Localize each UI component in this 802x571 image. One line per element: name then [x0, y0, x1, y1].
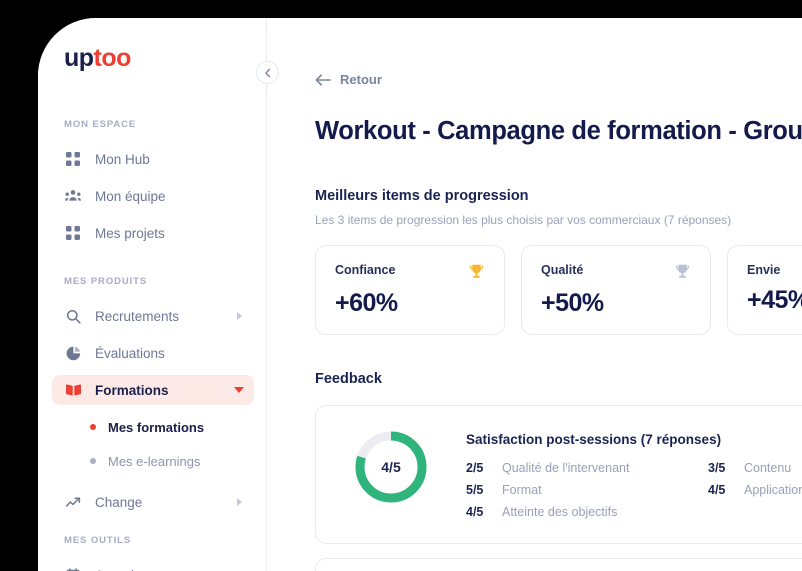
- sidebar-item-mon-hub[interactable]: Mon Hub: [52, 144, 254, 174]
- score-item: 4/5 Application pro.: [708, 483, 802, 497]
- search-icon: [64, 309, 82, 324]
- satisfaction-donut-chart: 4/5: [352, 428, 430, 506]
- score-item: 5/5 Format: [466, 483, 676, 497]
- progression-card-list: Confiance +60% Qualité +50% Envie +45: [315, 245, 802, 335]
- score-label: Atteinte des objectifs: [502, 505, 618, 519]
- progression-card-value: +60%: [335, 289, 398, 317]
- progression-card[interactable]: Envie +45%: [727, 245, 802, 335]
- sidebar-item-label: Mes projets: [95, 225, 165, 241]
- app-shell: uptoo MON ESPACE Mon Hub Mon équipe Mes …: [38, 18, 802, 571]
- trophy-gold-icon: [470, 264, 483, 278]
- people-icon: [64, 189, 82, 203]
- sidebar-item-recrutements[interactable]: Recrutements: [52, 301, 254, 331]
- logo-text-too: too: [93, 44, 132, 72]
- back-link-label: Retour: [340, 72, 382, 87]
- sidebar-section-mes-outils: MES OUTILS Agenda: [38, 535, 266, 571]
- sidebar-item-evaluations[interactable]: Évaluations: [52, 338, 254, 368]
- trending-up-icon: [64, 496, 82, 509]
- score-item: 4/5 Atteinte des objectifs: [466, 505, 676, 519]
- trophy-silver-icon: [676, 264, 689, 278]
- progression-card-header: Qualité: [541, 263, 691, 280]
- sidebar: uptoo MON ESPACE Mon Hub Mon équipe Mes …: [38, 18, 267, 571]
- progression-card-value: +45%: [747, 286, 802, 314]
- progression-section-subtitle: Les 3 items de progression les plus choi…: [315, 213, 732, 227]
- chevron-right-icon[interactable]: [237, 498, 242, 506]
- sidebar-item-mes-projets[interactable]: Mes projets: [52, 218, 254, 248]
- progression-card-header: Confiance: [335, 263, 485, 280]
- progression-card[interactable]: Qualité +50%: [521, 245, 711, 335]
- score-value: 2/5: [466, 461, 484, 475]
- progression-card-label: Qualité: [541, 263, 584, 277]
- chevron-left-icon: [264, 68, 270, 77]
- chevron-right-icon[interactable]: [237, 312, 242, 320]
- chevron-down-icon[interactable]: [234, 387, 244, 393]
- logo-text-up: up: [64, 44, 94, 72]
- pie-chart-icon: [64, 346, 82, 361]
- sidebar-item-label: Agenda: [95, 568, 142, 571]
- grid-icon: [64, 152, 82, 166]
- feedback-card: 4/5 Satisfaction post-sessions (7 répons…: [315, 405, 802, 544]
- score-grid-spacer: [708, 505, 802, 519]
- score-item: 2/5 Qualité de l'intervenant: [466, 461, 676, 475]
- sidebar-section-mes-produits: MES PRODUITS Recrutements Évaluations Fo…: [38, 276, 266, 517]
- sidebar-item-change[interactable]: Change: [52, 487, 254, 517]
- bullet-icon: [90, 424, 96, 430]
- sidebar-subitem-mes-formations[interactable]: Mes formations: [38, 414, 266, 440]
- sidebar-subitem-mes-e-learnings[interactable]: Mes e-learnings: [38, 448, 266, 474]
- main-content: Retour Workout - Campagne de formation -…: [267, 18, 802, 571]
- section-label-mes-outils: MES OUTILS: [64, 535, 132, 546]
- sidebar-item-mon-equipe[interactable]: Mon équipe: [52, 181, 254, 211]
- sidebar-item-label: Change: [95, 494, 143, 510]
- sidebar-item-label: Formations: [95, 382, 169, 398]
- bullet-icon: [90, 458, 96, 464]
- progression-section-title: Meilleurs items de progression: [315, 188, 529, 204]
- score-label: Application pro.: [744, 483, 802, 497]
- progression-card-value: +50%: [541, 289, 604, 317]
- progression-card[interactable]: Confiance +60%: [315, 245, 505, 335]
- sidebar-subitem-label: Mes e-learnings: [108, 453, 201, 469]
- sidebar-collapse-button[interactable]: [256, 61, 279, 84]
- sidebar-item-label: Mon équipe: [95, 188, 166, 204]
- feedback-card-secondary: [315, 558, 802, 571]
- progression-card-label: Envie: [747, 263, 781, 277]
- score-value: 4/5: [466, 505, 484, 519]
- sidebar-item-label: Évaluations: [95, 345, 165, 361]
- sidebar-item-label: Recrutements: [95, 308, 180, 324]
- arrow-left-icon: [315, 73, 331, 86]
- sidebar-item-formations[interactable]: Formations: [52, 375, 254, 405]
- section-label-mes-produits: MES PRODUITS: [64, 276, 148, 287]
- section-label-mon-espace: MON ESPACE: [64, 119, 137, 130]
- feedback-details: Satisfaction post-sessions (7 réponses) …: [466, 428, 802, 519]
- sidebar-item-agenda[interactable]: Agenda: [52, 560, 254, 571]
- sidebar-item-label: Mon Hub: [95, 151, 150, 167]
- grid-icon: [64, 226, 82, 240]
- progression-card-label: Confiance: [335, 263, 396, 277]
- sidebar-subitem-label: Mes formations: [108, 419, 205, 435]
- progression-card-header: Envie: [747, 263, 802, 277]
- back-link[interactable]: Retour: [315, 72, 382, 87]
- score-item: 3/5 Contenu: [708, 461, 802, 475]
- feedback-card-title: Satisfaction post-sessions (7 réponses): [466, 432, 722, 447]
- feedback-score-grid: 2/5 Qualité de l'intervenant 3/5 Contenu…: [466, 461, 802, 519]
- score-label: Contenu: [744, 461, 792, 475]
- app-logo[interactable]: uptoo: [64, 46, 131, 71]
- page-title: Workout - Campagne de formation - Grou: [315, 117, 802, 145]
- score-label: Qualité de l'intervenant: [502, 461, 630, 475]
- score-value: 5/5: [466, 483, 484, 497]
- score-label: Format: [502, 483, 542, 497]
- score-value: 4/5: [708, 483, 726, 497]
- donut-center-value: 4/5: [381, 459, 401, 475]
- screen-root: uptoo MON ESPACE Mon Hub Mon équipe Mes …: [0, 0, 802, 571]
- book-icon: [64, 383, 82, 397]
- feedback-section-title: Feedback: [315, 371, 382, 387]
- score-value: 3/5: [708, 461, 726, 475]
- sidebar-section-mon-espace: MON ESPACE Mon Hub Mon équipe Mes projet…: [38, 119, 266, 248]
